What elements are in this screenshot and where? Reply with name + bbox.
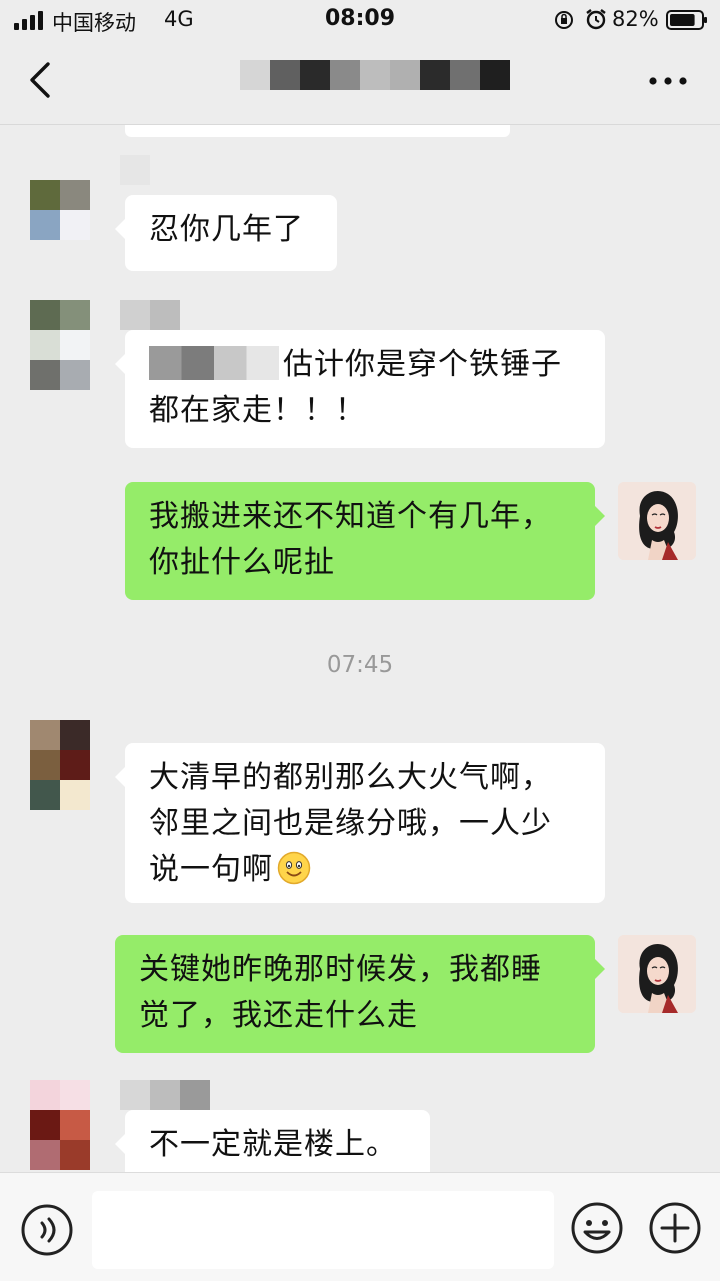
more-dots-icon[interactable] [648,76,688,86]
chat-header [0,40,720,125]
smiling-face-icon [277,851,311,885]
input-toolbar [0,1172,720,1281]
partial-message-bubble [125,125,510,137]
emoji-icon[interactable] [570,1201,624,1255]
message-text: 不一定就是楼上。 [149,1127,397,1162]
message-list[interactable]: 忍你几年了 估计你是穿个铁锤子都在家走！！！ 我搬进来还不知道个有几年，你扯什么… [0,125,720,1172]
avatar[interactable] [30,180,90,240]
self-avatar[interactable] [618,482,696,560]
message-input[interactable] [92,1191,554,1269]
timestamp: 07:45 [326,652,394,678]
message-text: 我搬进来还不知道个有几年，你扯什么呢扯 [149,499,552,580]
plus-icon[interactable] [648,1201,702,1255]
message-bubble[interactable]: 大清早的都别那么大火气啊，邻里之间也是缘分哦，一人少说一句啊 [115,743,605,903]
chevron-left-icon[interactable] [26,60,56,100]
message-text: 大清早的都别那么大火气啊，邻里之间也是缘分哦，一人少说一句啊 [149,760,552,887]
portrait-image [618,935,696,1013]
message-bubble[interactable]: 关键她昨晚那时候发，我都睡觉了，我还走什么走 [115,935,605,1053]
message-bubble[interactable]: 忍你几年了 [115,195,337,271]
avatar[interactable] [30,300,90,390]
message-bubble[interactable]: 不一定就是楼上。 [115,1110,430,1172]
self-avatar[interactable] [618,935,696,1013]
sender-name-redacted [120,300,180,330]
voice-icon[interactable] [20,1203,74,1257]
message-text: 忍你几年了 [149,212,304,247]
rotation-lock-icon [555,11,573,29]
battery-percent: 82% [612,7,659,31]
avatar[interactable] [30,720,90,810]
alarm-icon [586,9,606,30]
chat-title-redacted [240,60,510,90]
message-bubble[interactable]: 估计你是穿个铁锤子都在家走！！！ [115,330,605,448]
portrait-image [618,482,696,560]
message-bubble[interactable]: 我搬进来还不知道个有几年，你扯什么呢扯 [125,482,605,600]
sender-name-redacted [120,155,150,185]
avatar[interactable] [30,1080,90,1170]
battery-icon [666,10,707,30]
status-bar: 中国移动 4G 08:09 82% [0,0,720,40]
sender-name-redacted [120,1080,210,1110]
message-text: 关键她昨晚那时候发，我都睡觉了，我还走什么走 [139,952,542,1033]
redacted-mention [149,346,279,380]
